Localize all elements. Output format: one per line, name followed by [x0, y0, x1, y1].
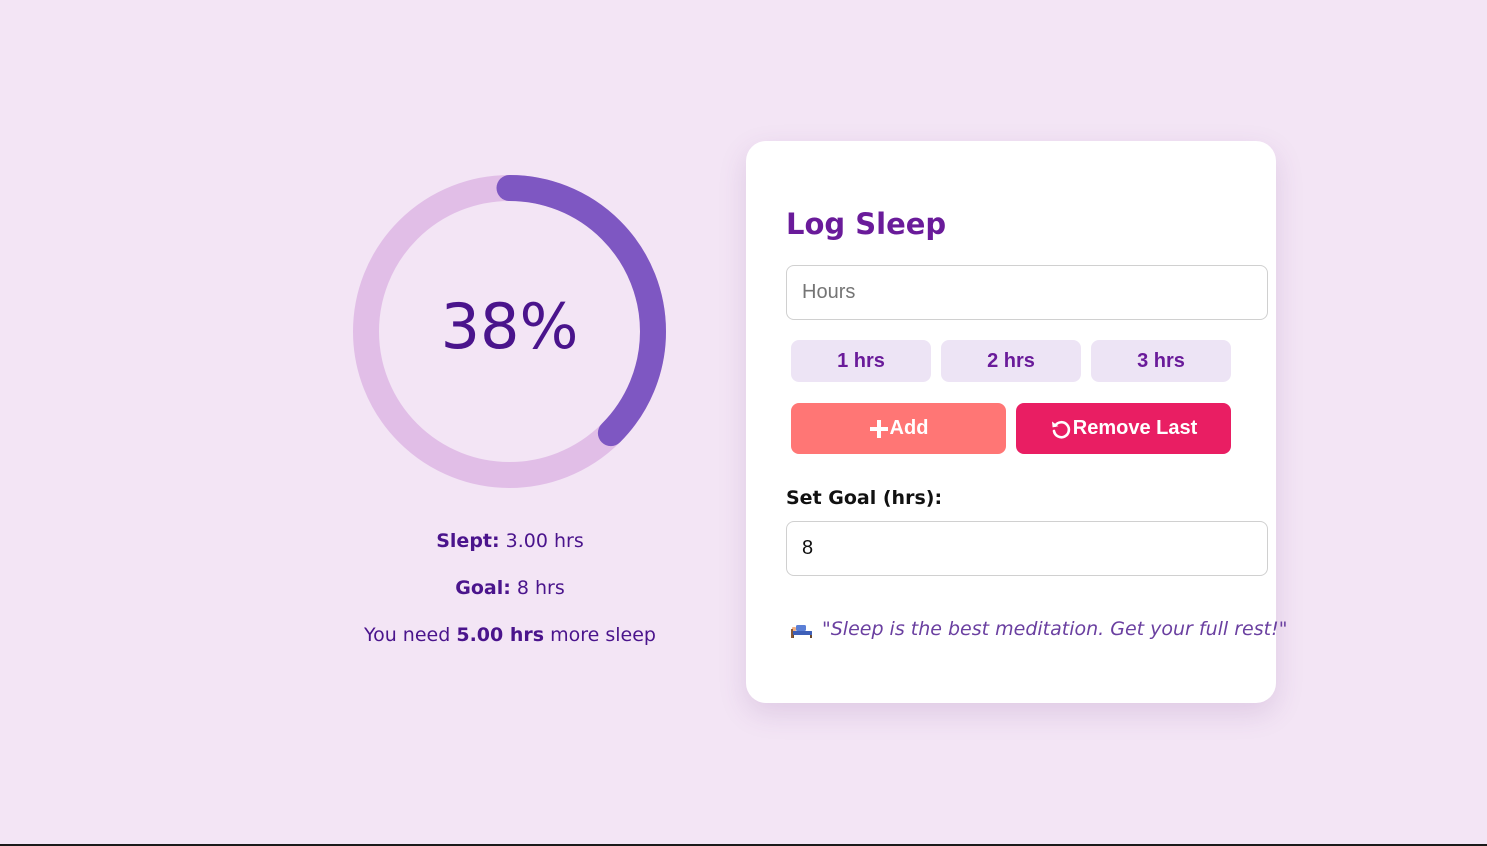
goal-value: 8 hrs	[516, 577, 565, 599]
slept-label: Slept:	[436, 530, 500, 552]
remove-last-button[interactable]: Remove Last	[1016, 403, 1231, 454]
remaining-sleep-row: You need 5.00 hrs more sleep	[330, 624, 690, 646]
progress-percent: 38%	[440, 290, 579, 363]
quote-text: "Sleep is the best meditation. Get your …	[822, 618, 1288, 640]
sleep-quote: "Sleep is the best meditation. Get your …	[791, 618, 1287, 640]
bed-icon	[791, 621, 813, 638]
quick-add-3-hrs-button[interactable]: 3 hrs	[1091, 340, 1231, 382]
set-goal-label: Set Goal (hrs):	[786, 487, 943, 509]
quick-add-1-hrs-button[interactable]: 1 hrs	[791, 340, 931, 382]
add-button-label: Add	[889, 417, 929, 439]
hours-input[interactable]	[786, 265, 1268, 320]
quick-add-2-hrs-button[interactable]: 2 hrs	[941, 340, 1081, 382]
remaining-prefix: You need	[364, 624, 451, 646]
slept-value: 3.00 hrs	[505, 530, 584, 552]
plus-icon	[869, 419, 889, 439]
goal-row: Goal: 8 hrs	[330, 577, 690, 599]
goal-input[interactable]	[786, 521, 1268, 576]
remove-last-button-label: Remove Last	[1072, 417, 1198, 439]
slept-row: Slept: 3.00 hrs	[330, 530, 690, 552]
log-sleep-card: Log Sleep 1 hrs 2 hrs 3 hrs Add Remove L…	[746, 141, 1287, 703]
remaining-value: 5.00 hrs	[456, 624, 545, 646]
sleep-progress-ring: 38%	[353, 175, 666, 488]
goal-label: Goal:	[455, 577, 511, 599]
card-title: Log Sleep	[786, 207, 947, 241]
add-button[interactable]: Add	[791, 403, 1006, 454]
undo-icon	[1050, 418, 1072, 440]
remaining-suffix: more sleep	[550, 624, 656, 646]
